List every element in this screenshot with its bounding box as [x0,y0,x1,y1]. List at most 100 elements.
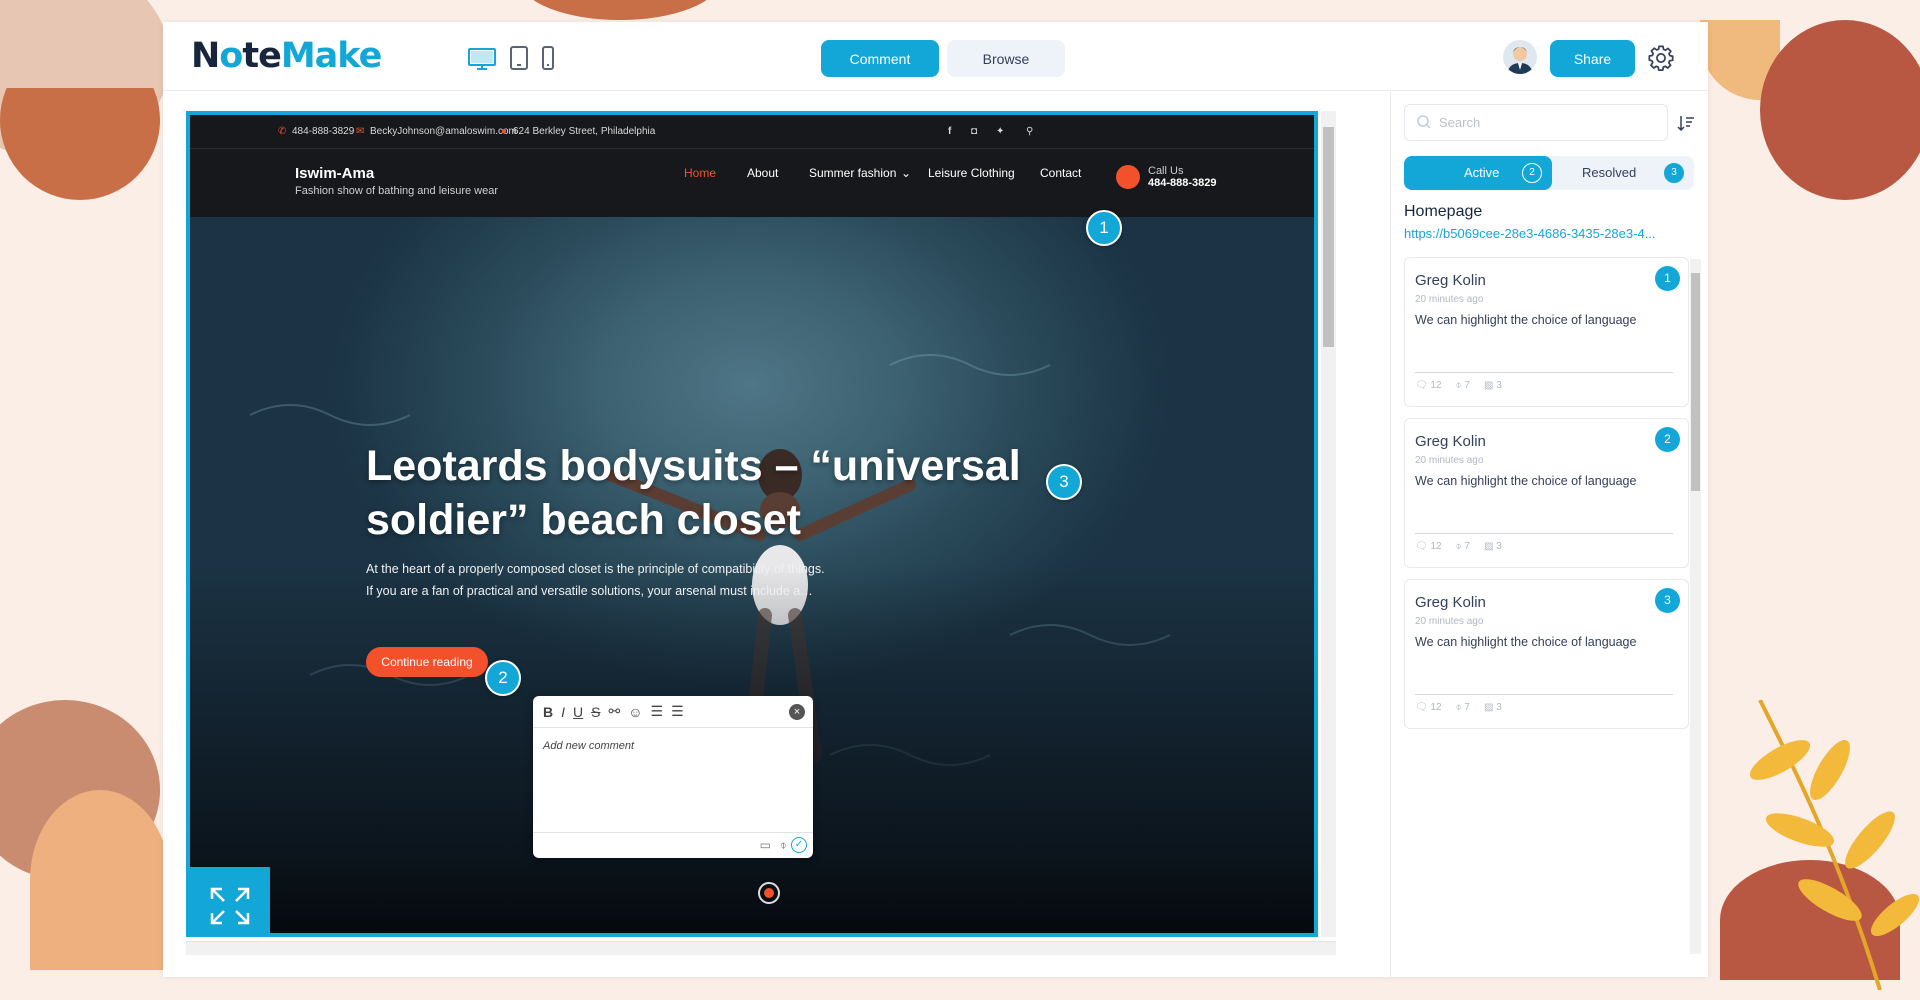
bullet-list-icon[interactable]: ☰ [671,703,684,720]
comments-scrollbar[interactable] [1690,259,1701,954]
scroll-thumb[interactable] [1323,127,1334,347]
bold-icon[interactable]: B [543,704,553,720]
site-topbar: ✆ 484-888-3829 ✉ BeckyJohnson@amaloswim.… [190,115,1314,149]
submit-check-icon[interactable]: ✓ [791,837,807,853]
mobile-icon[interactable] [542,46,554,70]
link-icon[interactable]: ⚯ [608,703,620,720]
continue-reading-button[interactable]: Continue reading [366,647,488,677]
comment-pin-1[interactable]: 1 [1086,210,1122,246]
editor-footer: ▭ ⌽ ✓ [533,832,813,858]
location-icon: ● [501,126,508,137]
strikethrough-icon[interactable]: S [591,704,600,720]
tab-active-label: Active [1464,165,1500,180]
image-count[interactable]: ▨ 3 [1484,541,1502,552]
speech-bubble-icon: 🗨 [1415,541,1428,552]
preview-frame[interactable]: ✆ 484-888-3829 ✉ BeckyJohnson@amaloswim.… [186,111,1318,937]
share-button[interactable]: Share [1550,40,1635,77]
paperclip-icon: ⌽ [1455,380,1462,391]
comments-panel: Search Active 2 Resolved 3 Homepage http… [1390,92,1708,977]
attachment-count[interactable]: ⌽ 7 [1456,380,1470,391]
comment-stats: 🗨 12 ⌽ 7 ▨ 3 [1415,541,1502,552]
comment-textarea[interactable]: Add new comment [533,728,813,764]
comment-card[interactable]: Greg Kolin 20 minutes ago We can highlig… [1404,579,1689,729]
comment-text: We can highlight the choice of language [1415,313,1637,327]
comment-author: Greg Kolin [1415,594,1486,611]
browse-mode-button[interactable]: Browse [947,40,1065,77]
search-input[interactable]: Search [1404,104,1668,141]
attachment-icon[interactable]: ⌽ [780,838,787,853]
image-count[interactable]: ▨ 3 [1484,702,1502,713]
site-nav-home[interactable]: Home [684,166,716,180]
image-count[interactable]: ▨ 3 [1484,380,1502,391]
image-icon: ▨ [1483,541,1494,552]
page-url[interactable]: https://b5069cee-28e3-4686-3435-28e3-4..… [1404,226,1656,241]
paperclip-icon: ⌽ [1455,702,1462,713]
reply-count[interactable]: 🗨 12 [1415,541,1442,552]
speech-bubble-icon: 🗨 [1415,702,1428,713]
twitter-icon[interactable]: ✦ [996,126,1004,137]
tab-resolved[interactable]: Resolved [1582,156,1636,190]
comment-text: We can highlight the choice of language [1415,635,1637,649]
top-bar: NoteMake Comment Browse Share [163,22,1708,91]
underline-icon[interactable]: U [573,704,583,720]
desktop-icon[interactable] [468,48,496,70]
site-nav-summer-fashion[interactable]: Summer fashion [809,166,896,180]
comment-number-badge: 2 [1655,427,1680,452]
attachment-count[interactable]: ⌽ 7 [1456,702,1470,713]
chevron-down-icon: ⌄ [901,166,912,180]
avatar[interactable] [1503,40,1537,74]
search-icon[interactable]: ⚲ [1026,126,1033,137]
site-nav-leisure-clothing[interactable]: Leisure Clothing [928,166,1015,180]
video-icon[interactable]: ▭ [760,838,771,852]
divider [1415,372,1673,373]
reply-count[interactable]: 🗨 12 [1415,380,1442,391]
slider-dot[interactable] [758,882,780,904]
attachment-count[interactable]: ⌽ 7 [1456,541,1470,552]
site-header: ✆ 484-888-3829 ✉ BeckyJohnson@amaloswim.… [190,115,1314,217]
logo: NoteMake [191,36,382,76]
sort-icon[interactable] [1677,114,1695,132]
tab-resolved-count: 3 [1664,163,1684,183]
preview-vertical-scrollbar[interactable] [1321,111,1336,937]
italic-icon[interactable]: I [561,704,565,720]
paperclip-icon: ⌽ [1455,541,1462,552]
comment-card[interactable]: Greg Kolin 20 minutes ago We can highlig… [1404,257,1689,407]
comment-card[interactable]: Greg Kolin 20 minutes ago We can highlig… [1404,418,1689,568]
site-email[interactable]: BeckyJohnson@amaloswim.com [370,126,517,137]
comment-number-badge: 1 [1655,266,1680,291]
emoji-icon[interactable]: ☺ [628,704,642,720]
status-tabs: Active 2 Resolved 3 [1404,156,1694,190]
comment-mode-button[interactable]: Comment [821,40,939,77]
preview-horizontal-scrollbar[interactable] [186,941,1336,955]
comment-time: 20 minutes ago [1415,294,1484,305]
mode-switch: Comment Browse [821,40,1065,77]
hero-lede: At the heart of a properly composed clos… [366,562,825,598]
site-nav-about[interactable]: About [747,166,778,180]
comment-author: Greg Kolin [1415,272,1486,289]
mail-icon: ✉ [356,126,365,137]
site-call-us[interactable]: Call Us 484-888-3829 [1148,165,1217,189]
tablet-icon[interactable] [510,46,528,70]
expand-button[interactable] [190,867,270,933]
reply-count[interactable]: 🗨 12 [1415,702,1442,713]
site-nav-contact[interactable]: Contact [1040,166,1081,180]
comment-author: Greg Kolin [1415,433,1486,450]
facebook-icon[interactable]: f [948,126,951,137]
ordered-list-icon[interactable]: ☰ [651,703,664,720]
comment-editor: B I U S ⚯ ☺ ☰ ☰ × Add new comment ▭ ⌽ ✓ [533,696,813,858]
expand-icon [210,887,250,925]
tab-resolved-label: Resolved [1582,165,1637,180]
site-phone[interactable]: 484-888-3829 [292,126,354,137]
call-label: Call Us [1148,165,1184,177]
site-brand[interactable]: Iswim-Ama Fashion show of bathing and le… [295,165,498,197]
close-icon[interactable]: × [789,703,805,720]
comment-time: 20 minutes ago [1415,616,1484,627]
instagram-icon[interactable]: ◘ [971,126,977,137]
scroll-thumb[interactable] [1691,273,1700,491]
gear-icon[interactable] [1647,44,1675,72]
comment-pin-3[interactable]: 3 [1046,464,1082,500]
app-window: NoteMake Comment Browse Share ✆ 484-888-… [163,22,1708,977]
device-switcher [468,46,554,70]
comment-pin-2[interactable]: 2 [485,660,521,696]
phone-circle-icon [1116,165,1140,189]
